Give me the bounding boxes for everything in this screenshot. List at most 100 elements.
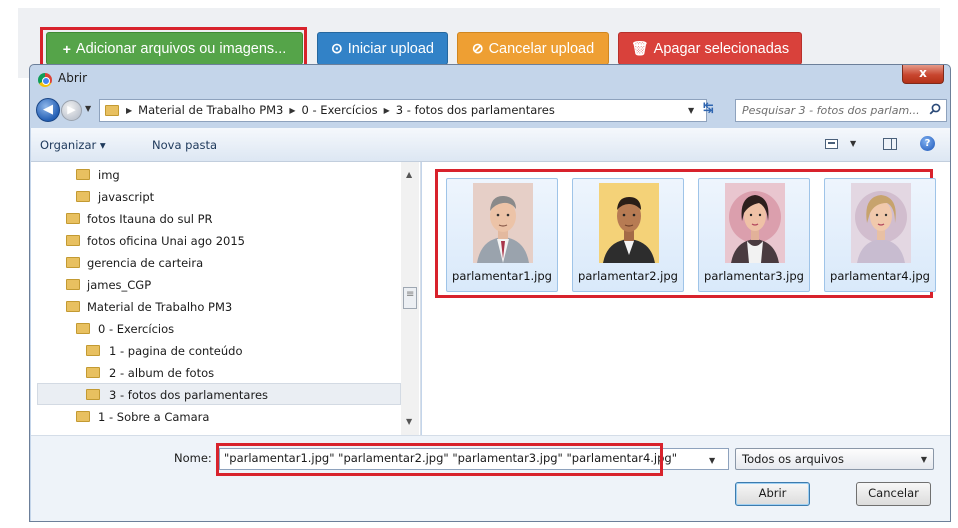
back-arrow-icon[interactable]: ◀ [36, 98, 60, 122]
history-dropdown-icon[interactable]: ▼ [85, 104, 91, 113]
tree-item[interactable]: 1 - pagina de conteúdo [31, 340, 399, 362]
folder-icon [66, 213, 80, 224]
tree-item[interactable]: 2 - album de fotos [31, 362, 399, 384]
add-files-button[interactable]: + Adicionar arquivos ou imagens... [46, 32, 303, 65]
folder-icon [66, 301, 80, 312]
tree-item[interactable]: Material de Trabalho PM3 [31, 296, 399, 318]
tree-item-label: 2 - album de fotos [109, 366, 215, 380]
start-upload-button[interactable]: ⊙ Iniciar upload [317, 32, 448, 65]
file-name: parlamentar1.jpg [452, 269, 552, 283]
folder-icon [76, 323, 90, 334]
breadcrumb-item[interactable]: 0 - Exercícios [302, 103, 378, 118]
help-icon[interactable]: ? [920, 136, 935, 151]
search-icon[interactable] [929, 103, 941, 115]
breadcrumb-item[interactable]: 3 - fotos dos parlamentares [396, 103, 555, 118]
tree-item-label: gerencia de carteira [87, 256, 204, 270]
tree-item-label: javascript [98, 190, 155, 204]
chevron-right-icon[interactable]: ▶ [126, 103, 132, 118]
cancel-circle-icon: ⊘ [471, 40, 484, 56]
chevron-right-icon[interactable]: ▶ [289, 103, 295, 118]
breadcrumb-item[interactable]: Material de Trabalho PM3 [138, 103, 283, 118]
folder-icon [76, 411, 90, 422]
tree-item-label: 1 - pagina de conteúdo [109, 344, 243, 358]
tree-item-label: img [98, 168, 120, 182]
tree-item[interactable]: 1 - Sobre a Camara [31, 406, 399, 428]
folder-icon [86, 389, 100, 400]
close-button[interactable]: x [902, 65, 944, 84]
tree-item-label: Material de Trabalho PM3 [87, 300, 233, 314]
tree-item-label: 1 - Sobre a Camara [98, 410, 210, 424]
delete-selected-label: Apagar selecionadas [653, 40, 790, 57]
tree-item[interactable]: fotos Itauna do sul PR [31, 208, 399, 230]
filename-dropdown-icon[interactable]: ▼ [709, 456, 715, 465]
file-name: parlamentar4.jpg [830, 269, 930, 283]
folder-icon [66, 279, 80, 290]
search-box[interactable] [735, 99, 947, 122]
trash-icon: 🗑 [630, 40, 649, 56]
address-dropdown-icon[interactable]: ▼ [688, 106, 694, 115]
file-item[interactable]: parlamentar1.jpg [446, 178, 558, 292]
dialog-titlebar: Abrir x [30, 65, 950, 92]
file-item[interactable]: parlamentar2.jpg [572, 178, 684, 292]
tree-item-label: fotos oficina Unai ago 2015 [87, 234, 245, 248]
folder-icon [76, 191, 90, 202]
portrait-man-icon [599, 183, 659, 263]
tree-item-label: james_CGP [87, 278, 152, 292]
search-input[interactable] [740, 102, 922, 119]
dialog-footer: Nome: "parlamentar1.jpg" "parlamentar2.j… [31, 435, 950, 521]
preview-pane-icon[interactable] [883, 138, 897, 150]
cancel-button[interactable]: Cancelar [856, 482, 931, 506]
tree-item-label: 3 - fotos dos parlamentares [109, 388, 269, 402]
address-row: ◀ ▶ ▼ ▶ Material de Trabalho PM3 ▶ 0 - E… [30, 92, 950, 128]
folder-icon [105, 105, 119, 116]
filetype-select[interactable]: Todos os arquivos ▼ [735, 448, 934, 470]
upload-circle-icon: ⊙ [331, 40, 343, 56]
tree-item-label: 0 - Exercícios [98, 322, 175, 336]
view-icon[interactable] [825, 139, 838, 149]
file-name: parlamentar2.jpg [578, 269, 678, 283]
cancel-upload-label: Cancelar upload [488, 40, 595, 57]
add-files-label: Adicionar arquivos ou imagens... [75, 40, 287, 57]
chrome-icon [38, 73, 52, 87]
portrait-woman-blonde-icon [851, 183, 911, 263]
cancel-upload-button[interactable]: ⊘ Cancelar upload [457, 32, 609, 65]
tree-item[interactable]: gerencia de carteira [31, 252, 399, 274]
filename-highlight [216, 443, 663, 476]
filename-label: Nome: [174, 451, 212, 465]
portrait-woman-icon [725, 183, 785, 263]
tree-item[interactable]: javascript [31, 186, 399, 208]
scroll-down-icon[interactable]: ▼ [406, 417, 412, 426]
open-button[interactable]: Abrir [735, 482, 810, 506]
file-item[interactable]: parlamentar3.jpg [698, 178, 810, 292]
tree-item-label: fotos Itauna do sul PR [87, 212, 213, 226]
tree-item[interactable]: img [31, 164, 399, 186]
chevron-right-icon[interactable]: ▶ [384, 103, 390, 118]
folder-icon [86, 345, 100, 356]
chevron-down-icon: ▼ [920, 455, 927, 464]
command-bar: Organizar ▾ Nova pasta ▼ ? [31, 128, 950, 162]
dialog-title: Abrir [58, 71, 88, 85]
portrait-man-tie-icon [473, 183, 533, 263]
tree-item-selected[interactable]: 3 - fotos dos parlamentares [37, 383, 401, 405]
folder-icon [86, 367, 100, 378]
new-folder-button[interactable]: Nova pasta [152, 138, 217, 152]
folder-icon [66, 257, 80, 268]
start-upload-label: Iniciar upload [347, 40, 434, 57]
scroll-up-icon[interactable]: ▲ [406, 170, 412, 179]
file-item[interactable]: parlamentar4.jpg [824, 178, 936, 292]
file-name: parlamentar3.jpg [704, 269, 804, 283]
tree-item[interactable]: james_CGP [31, 274, 399, 296]
refresh-icon[interactable]: ↹ [703, 101, 714, 116]
tree-item[interactable]: fotos oficina Unai ago 2015 [31, 230, 399, 252]
tree-item[interactable]: 0 - Exercícios [31, 318, 399, 340]
scrollbar-thumb[interactable] [403, 287, 417, 309]
delete-selected-button[interactable]: 🗑 Apagar selecionadas [618, 32, 802, 65]
forward-arrow-icon[interactable]: ▶ [61, 100, 82, 121]
breadcrumb[interactable]: ▶ Material de Trabalho PM3 ▶ 0 - Exercíc… [99, 99, 707, 122]
folder-icon [66, 235, 80, 246]
nav-scrollbar[interactable]: ▲ ▼ [401, 162, 419, 435]
view-dropdown-icon[interactable]: ▼ [850, 139, 856, 148]
filetype-value: Todos os arquivos [742, 452, 844, 466]
organize-menu[interactable]: Organizar ▾ [40, 138, 106, 152]
folder-icon [76, 169, 90, 180]
